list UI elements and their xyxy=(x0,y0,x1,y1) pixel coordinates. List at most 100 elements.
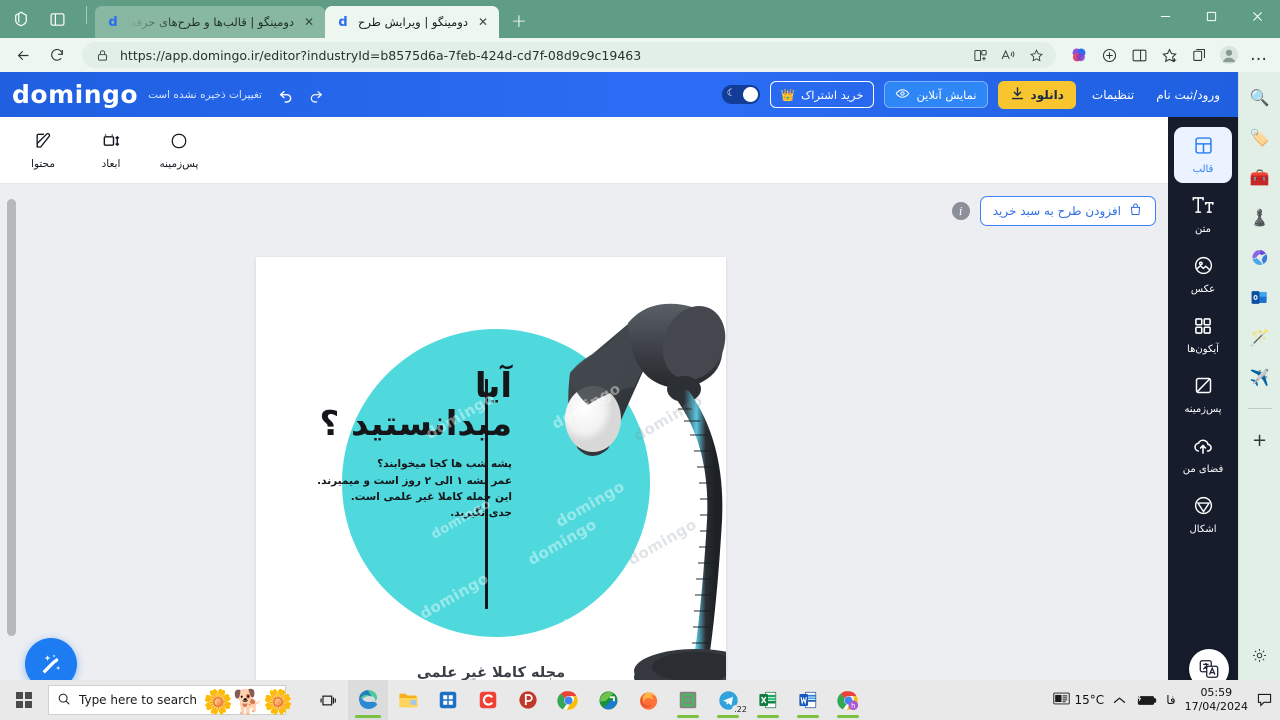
taskbar-app-file-explorer[interactable] xyxy=(388,680,428,720)
minimize-button[interactable] xyxy=(1142,0,1188,32)
add-sidebar-app-icon[interactable]: + xyxy=(1247,427,1273,453)
star-icon[interactable] xyxy=(1026,45,1046,65)
clock-date: 17/04/2024 xyxy=(1184,700,1248,713)
workspace-scrollbar[interactable] xyxy=(7,199,16,636)
address-bar[interactable]: https://app.domingo.ir/editor?industryId… xyxy=(82,42,1056,68)
panel-item-shapes-label: اشکال xyxy=(1189,524,1217,535)
domingo-side-panel: قالب متن عکس آیکون‌ها پس‌زمینه xyxy=(1168,117,1238,680)
dark-mode-toggle[interactable]: ☾ xyxy=(721,85,760,104)
tab-collections-icon[interactable] xyxy=(10,8,32,30)
news-weather-icon xyxy=(1052,691,1070,709)
taskbar-app-microsoft-store[interactable] xyxy=(428,680,468,720)
panel-item-background[interactable]: پس‌زمینه xyxy=(1174,367,1232,423)
shopping-tag-icon[interactable]: 🏷️ xyxy=(1247,124,1273,150)
tool-content[interactable]: محتوا xyxy=(14,121,72,179)
panel-item-text[interactable]: متن xyxy=(1174,187,1232,243)
refresh-arrow-icon[interactable] xyxy=(42,41,72,69)
office-icon[interactable] xyxy=(1247,244,1273,270)
lock-icon xyxy=(92,45,112,65)
panel-item-icons[interactable]: آیکون‌ها xyxy=(1174,307,1232,363)
split-screen-icon[interactable] xyxy=(970,45,990,65)
collections-icon[interactable] xyxy=(1186,42,1212,68)
poster-text-block[interactable]: آیا میدانستید ؟ پشه شب ها کجا میخوابند؟ … xyxy=(300,368,512,521)
new-tab-button[interactable]: + xyxy=(505,7,533,35)
profile-icon[interactable] xyxy=(1216,42,1242,68)
taskbar-app-telegram[interactable]: .22 xyxy=(708,680,749,720)
language-indicator[interactable]: فا xyxy=(1166,693,1175,707)
panel-item-icons-label: آیکون‌ها xyxy=(1187,343,1219,355)
settings-link[interactable]: تنظیمات xyxy=(1086,88,1140,102)
login-register-link[interactable]: ورود/ثبت نام xyxy=(1150,88,1226,102)
poster-footer[interactable]: مجله کاملا غیر علمی وقتتون رو با ما تلف … xyxy=(256,665,726,680)
clock[interactable]: 05:59 17/04/2024 xyxy=(1185,686,1248,715)
download-button[interactable]: دانلود xyxy=(997,80,1076,109)
tools-icon[interactable]: 🧰 xyxy=(1247,164,1273,190)
add-to-cart-button[interactable]: افزودن طرح به سبد خرید xyxy=(979,196,1156,226)
outlook-icon[interactable] xyxy=(1247,284,1273,310)
crown-icon: 👑 xyxy=(780,87,795,102)
tab-close-icon[interactable]: ✕ xyxy=(301,14,317,30)
design-canvas[interactable]: آیا میدانستید ؟ پشه شب ها کجا میخوابند؟ … xyxy=(256,257,726,680)
split-window-icon[interactable] xyxy=(1126,42,1152,68)
taskbar-app-microsoft-word[interactable] xyxy=(788,680,828,720)
telegram-badge: .22 xyxy=(732,705,749,714)
tab-close-icon[interactable]: ✕ xyxy=(475,14,491,30)
maximize-button[interactable] xyxy=(1188,0,1234,32)
undo-icon[interactable] xyxy=(276,85,296,105)
task-view-icon[interactable] xyxy=(308,680,348,720)
taskbar-app-c-app[interactable] xyxy=(468,680,508,720)
show-hidden-icons-icon[interactable] xyxy=(1113,696,1126,705)
poster-body-text: پشه شب ها کجا میخوابند؟ عمر پشه ۱ الی ۲ … xyxy=(317,458,512,520)
settings-gear-icon[interactable] xyxy=(1247,642,1273,668)
buy-subscription-button[interactable]: خرید اشتراک 👑 xyxy=(769,81,875,108)
panel-item-my-space[interactable]: فضای من xyxy=(1174,427,1232,483)
tab-actions-icon[interactable] xyxy=(46,8,68,30)
template-icon xyxy=(1193,135,1214,160)
shapes-icon xyxy=(1193,495,1214,520)
more-options-icon[interactable]: … xyxy=(1246,42,1272,68)
panel-item-image[interactable]: عکس xyxy=(1174,247,1232,303)
battery-charging-icon[interactable] xyxy=(1135,694,1157,707)
taskbar-app-mozilla-firefox[interactable] xyxy=(628,680,668,720)
taskbar-app-chrome-profile-h[interactable]: h xyxy=(828,680,868,720)
tool-dimensions[interactable]: ابعاد xyxy=(82,121,140,179)
designer-icon[interactable]: 🪄 xyxy=(1247,324,1273,350)
taskbar-app-p-app[interactable] xyxy=(508,680,548,720)
send-icon[interactable]: ✈️ xyxy=(1247,364,1273,390)
favorites-icon[interactable] xyxy=(1156,42,1182,68)
taskbar-app-notes-app[interactable] xyxy=(668,680,708,720)
desk-lamp-illustration[interactable] xyxy=(488,279,726,680)
redo-icon[interactable] xyxy=(306,85,326,105)
tabstrip-divider xyxy=(86,5,87,24)
windows-logo xyxy=(16,692,32,708)
domingo-logo[interactable]: domingo xyxy=(12,82,138,107)
translate-icon-button[interactable] xyxy=(1189,649,1229,680)
read-aloud-icon[interactable] xyxy=(998,45,1018,65)
tool-background[interactable]: پس‌زمینه xyxy=(150,121,208,179)
magic-wand-button[interactable] xyxy=(25,638,77,680)
panel-item-shapes[interactable]: اشکال xyxy=(1174,487,1232,543)
news-and-weather[interactable]: 15°C xyxy=(1052,691,1104,709)
close-button[interactable] xyxy=(1234,0,1280,32)
games-icon[interactable]: ♟️ xyxy=(1247,204,1273,230)
browser-essentials-icon[interactable] xyxy=(1096,42,1122,68)
buy-subscription-label: خرید اشتراک xyxy=(800,87,864,102)
copilot-icon[interactable] xyxy=(1066,42,1092,68)
taskbar-app-internet-download-manager[interactable] xyxy=(588,680,628,720)
info-icon[interactable]: i xyxy=(951,202,970,220)
windows-start-icon[interactable] xyxy=(0,680,48,720)
download-arrow-icon xyxy=(1010,86,1025,104)
search-input[interactable]: Type here to search 🌼🐕🌼 xyxy=(48,685,293,715)
browser-tab-0[interactable]: d دومینگو | قالب‌ها و طرح‌های حرفه‌ای ✕ xyxy=(95,6,325,38)
notification-icon[interactable] xyxy=(1257,693,1272,707)
online-preview-button[interactable]: نمایش آنلاین xyxy=(884,81,988,108)
back-arrow-icon[interactable] xyxy=(8,41,38,69)
taskbar-app-microsoft-excel[interactable] xyxy=(748,680,788,720)
panel-item-template[interactable]: قالب xyxy=(1174,127,1232,183)
taskbar-app-google-chrome[interactable] xyxy=(548,680,588,720)
search-icon[interactable]: 🔍 xyxy=(1247,84,1273,110)
browser-tab-1[interactable]: d دومینگو | ویرایش طرح ✕ xyxy=(325,6,499,38)
taskbar-app-microsoft-edge[interactable] xyxy=(348,680,388,720)
background-icon xyxy=(1193,375,1214,400)
tab-title: دومینگو | ویرایش طرح xyxy=(358,15,468,29)
